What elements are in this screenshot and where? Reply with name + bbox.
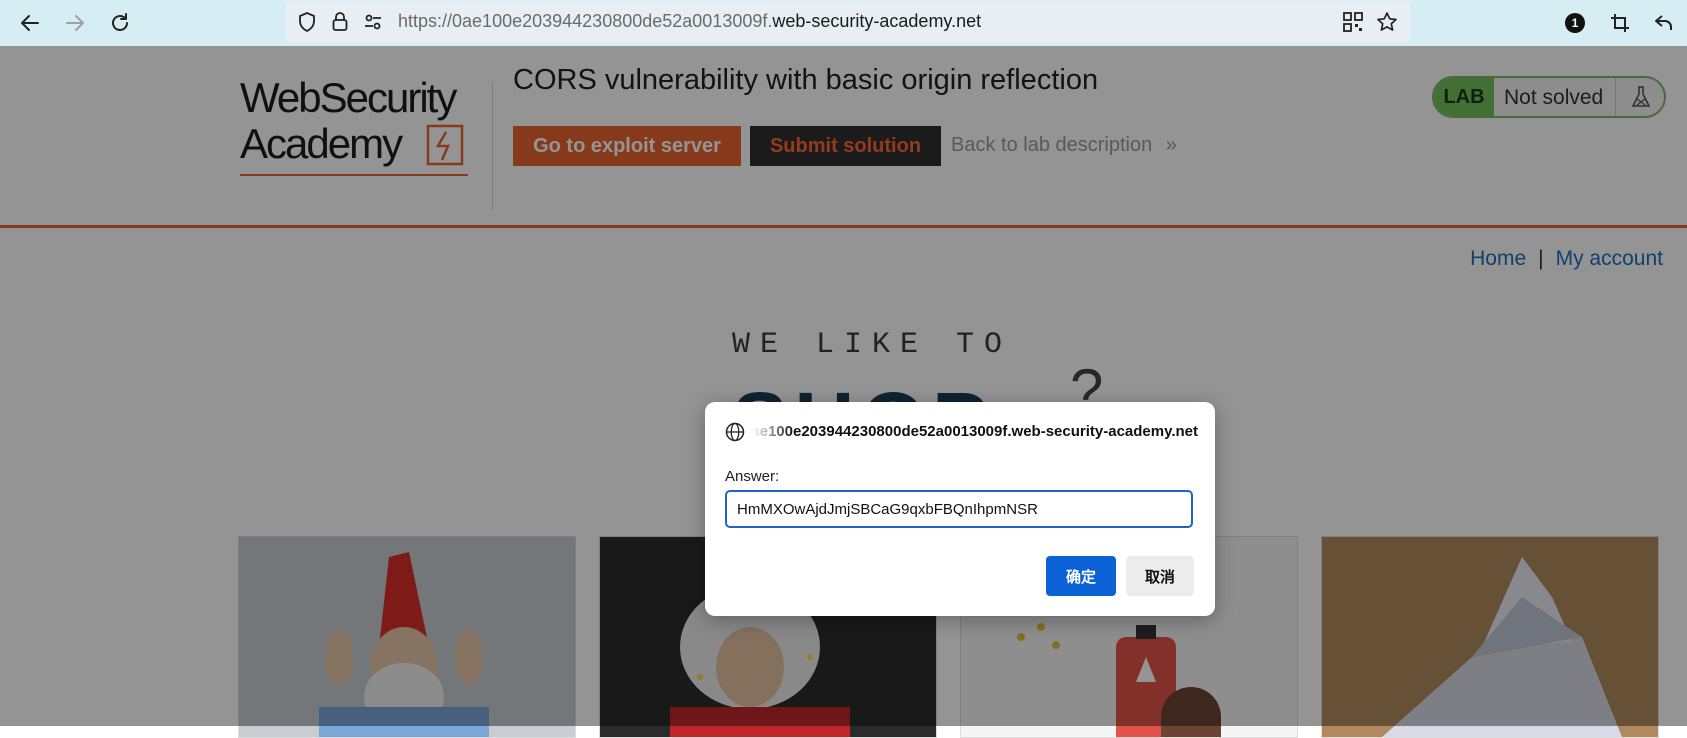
bookmark-star-icon[interactable]: [1376, 11, 1398, 33]
forward-icon[interactable]: [61, 9, 89, 37]
globe-icon: [725, 422, 745, 442]
prompt-dialog: 0ae100e203944230800de52a0013009f.web-sec…: [705, 402, 1215, 616]
reload-icon[interactable]: [106, 9, 134, 37]
undo-icon[interactable]: [1650, 9, 1678, 37]
lock-icon[interactable]: [329, 11, 351, 33]
extension-badge-icon[interactable]: 1: [1561, 9, 1589, 37]
modal-backdrop: [0, 46, 1687, 726]
crop-icon[interactable]: [1606, 9, 1634, 37]
browser-toolbar: https://0ae100e203944230800de52a0013009f…: [0, 0, 1687, 46]
shield-icon[interactable]: [296, 11, 318, 33]
answer-input[interactable]: [725, 490, 1193, 528]
address-bar[interactable]: https://0ae100e203944230800de52a0013009f…: [286, 1, 1410, 42]
qr-code-icon[interactable]: [1342, 11, 1364, 33]
ok-button[interactable]: 确定: [1046, 556, 1116, 596]
dialog-origin: 0ae100e203944230800de52a0013009f.web-sec…: [753, 423, 1198, 440]
site-settings-icon[interactable]: [362, 11, 384, 33]
cancel-button[interactable]: 取消: [1126, 556, 1194, 596]
url-text[interactable]: https://0ae100e203944230800de52a0013009f…: [398, 11, 981, 32]
back-icon[interactable]: [16, 9, 44, 37]
answer-label: Answer:: [725, 468, 780, 485]
